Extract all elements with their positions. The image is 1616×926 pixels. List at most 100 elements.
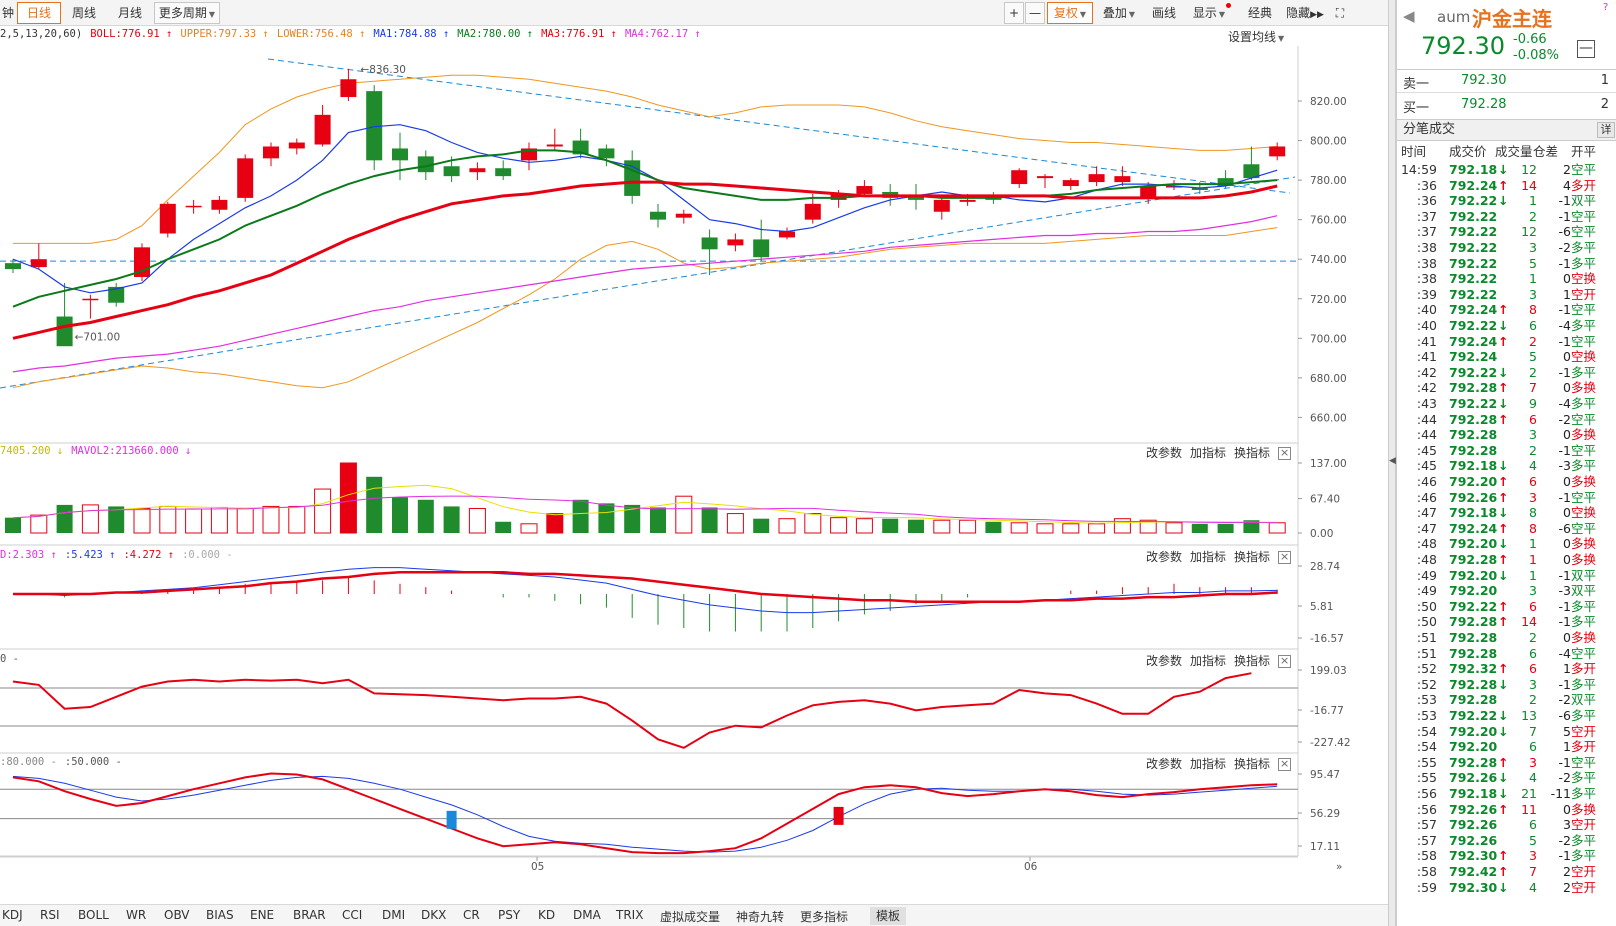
trade-oi-change: 1 [1563, 286, 1571, 302]
macd-axis-label: 28.74 [1310, 561, 1340, 573]
tab-obv[interactable]: OBV [164, 908, 190, 922]
draw-line-button[interactable]: 画线 [1146, 2, 1182, 24]
collapse-arrow-icon[interactable]: ◀ [1389, 456, 1396, 466]
tab-trix[interactable]: TRIX [616, 908, 643, 922]
trade-volume: 8 [1529, 520, 1537, 536]
period-weekly-button[interactable]: 周线 [62, 2, 106, 24]
period-minute-button[interactable]: 钟 [0, 2, 16, 24]
classic-button[interactable]: 经典 [1242, 2, 1278, 24]
notification-dot [1226, 3, 1232, 8]
volume-bar [339, 462, 357, 534]
tab-神奇九转[interactable]: 神奇九转 [736, 908, 784, 925]
tab-wr[interactable]: WR [126, 908, 146, 922]
trade-oi-change: -1 [1558, 333, 1571, 349]
trade-row: :44 792.28 ↑ 6 -2 空平 [1397, 412, 1616, 428]
volume-axis-label: 0.00 [1310, 528, 1333, 540]
edit-params-button[interactable]: 改参数 [1146, 654, 1182, 668]
add-indicator-button[interactable]: 加指标 [1190, 757, 1226, 771]
tab-boll[interactable]: BOLL [78, 908, 109, 922]
legend-item: MA4:762.17 ↑ [624, 28, 701, 40]
trade-row: :41 792.24 ↑ 2 -1 空平 [1397, 334, 1616, 350]
trade-oi-change: -1 [1558, 598, 1571, 614]
tab-cr[interactable]: CR [463, 908, 480, 922]
trade-price: 792.22 [1449, 271, 1498, 287]
overlay-dropdown[interactable]: 叠加 ▼ [1096, 2, 1142, 24]
close-icon[interactable]: × [1278, 655, 1292, 668]
tab-更多指标[interactable]: 更多指标 [800, 908, 848, 925]
set-ma-button[interactable]: 设置均线 ▼ [1228, 28, 1284, 45]
tab-dma[interactable]: DMA [573, 908, 601, 922]
hide-button[interactable]: 隐藏▶▶ [1282, 2, 1328, 24]
kd-pane-controls: 改参数 加指标 换指标 × [1146, 755, 1292, 772]
trade-price: 792.22 [1449, 318, 1498, 333]
macd-dif-line [13, 567, 1278, 614]
trade-oi-change: -11 [1550, 786, 1571, 801]
volume-bar [5, 517, 21, 533]
tab-rsi[interactable]: RSI [40, 908, 60, 922]
tab-kd[interactable]: KD [538, 908, 555, 922]
close-icon[interactable]: × [1278, 447, 1292, 460]
candle-body [933, 199, 950, 212]
edit-params-button[interactable]: 改参数 [1146, 757, 1182, 771]
volume-legend: 7405.200 ↓ MAVOL2:213660.000 ↓ [0, 445, 199, 457]
switch-indicator-button[interactable]: 换指标 [1234, 654, 1270, 668]
add-indicator-button[interactable]: 加指标 [1190, 446, 1226, 460]
tab-ene[interactable]: ENE [250, 908, 274, 922]
close-icon[interactable]: × [1278, 758, 1292, 771]
trade-row: :52 792.32 ↑ 6 1 多开 [1397, 661, 1616, 677]
trade-price: 792.22 [1449, 708, 1498, 723]
trade-type: 空平 [1571, 645, 1597, 661]
switch-indicator-button[interactable]: 换指标 [1234, 757, 1270, 771]
tab-psy[interactable]: PSY [498, 908, 520, 922]
trade-oi-change: -4 [1558, 396, 1571, 411]
price-axis-label: 720.00 [1310, 294, 1347, 306]
detail-button[interactable]: 详 [1597, 122, 1615, 138]
trade-row: :52 792.28 ↓ 3 -1 多平 [1397, 677, 1616, 693]
help-icon[interactable]: ? [1603, 2, 1608, 13]
trade-row: :45 792.28 2 -1 空平 [1397, 443, 1616, 459]
trade-volume: 6 [1529, 817, 1537, 833]
panel-splitter[interactable]: ◀ [1388, 0, 1396, 926]
switch-indicator-button[interactable]: 换指标 [1234, 446, 1270, 460]
tab-虚拟成交量[interactable]: 虚拟成交量 [660, 908, 720, 925]
tab-dkx[interactable]: DKX [421, 908, 446, 922]
tab-cci[interactable]: CCI [342, 908, 362, 922]
trade-volume: 14 [1521, 614, 1537, 630]
adjust-price-dropdown[interactable]: 复权 ▼ [1047, 2, 1093, 24]
volume-bar [726, 513, 744, 534]
trade-price: 792.28 [1449, 442, 1498, 458]
trade-oi-change: -2 [1558, 411, 1571, 427]
trade-type: 多换 [1571, 552, 1597, 567]
tab-bias[interactable]: BIAS [206, 908, 234, 922]
switch-indicator-button[interactable]: 换指标 [1234, 550, 1270, 564]
volume-bar [546, 513, 564, 534]
add-indicator-button[interactable]: 加指标 [1190, 550, 1226, 564]
scroll-right-icon[interactable]: » [1336, 861, 1342, 873]
fullscreen-icon[interactable]: ⛶ [1330, 2, 1350, 24]
prev-contract-icon[interactable]: ◀ [1403, 7, 1415, 25]
tab-模板[interactable]: 模板 [870, 907, 907, 925]
tab-kdj[interactable]: KDJ [2, 908, 23, 922]
edit-params-button[interactable]: 改参数 [1146, 550, 1182, 564]
trade-volume: 14 [1521, 177, 1537, 193]
zoom-out-button[interactable]: — [1025, 2, 1045, 24]
period-daily-button[interactable]: 日线 [17, 2, 61, 24]
display-dropdown[interactable]: 显示 ▼ [1187, 2, 1237, 24]
candle-body [650, 211, 666, 220]
kline-chart[interactable]: 820.00 800.00 780.00 760.00 740.00 720.00 700.… [0, 46, 1388, 904]
trade-volume: 3 [1529, 240, 1537, 255]
trade-type: 空平 [1571, 162, 1597, 177]
more-periods-dropdown[interactable]: 更多周期 ▼ [154, 2, 220, 24]
trade-row: :58 792.42 ↑ 7 2 空开 [1397, 864, 1616, 880]
tab-brar[interactable]: BRAR [293, 908, 326, 922]
tab-dmi[interactable]: DMI [382, 908, 405, 922]
close-icon[interactable]: × [1278, 551, 1292, 564]
add-indicator-button[interactable]: 加指标 [1190, 654, 1226, 668]
zoom-in-button[interactable]: + [1004, 2, 1024, 24]
collapse-icon[interactable]: — [1577, 40, 1595, 58]
kd-axis-label: 56.29 [1310, 808, 1340, 820]
period-monthly-button[interactable]: 月线 [108, 2, 152, 24]
edit-params-button[interactable]: 改参数 [1146, 446, 1182, 460]
trade-time: :47 [1416, 505, 1437, 521]
cci-pane-controls: 改参数 加指标 换指标 × [1146, 652, 1292, 669]
